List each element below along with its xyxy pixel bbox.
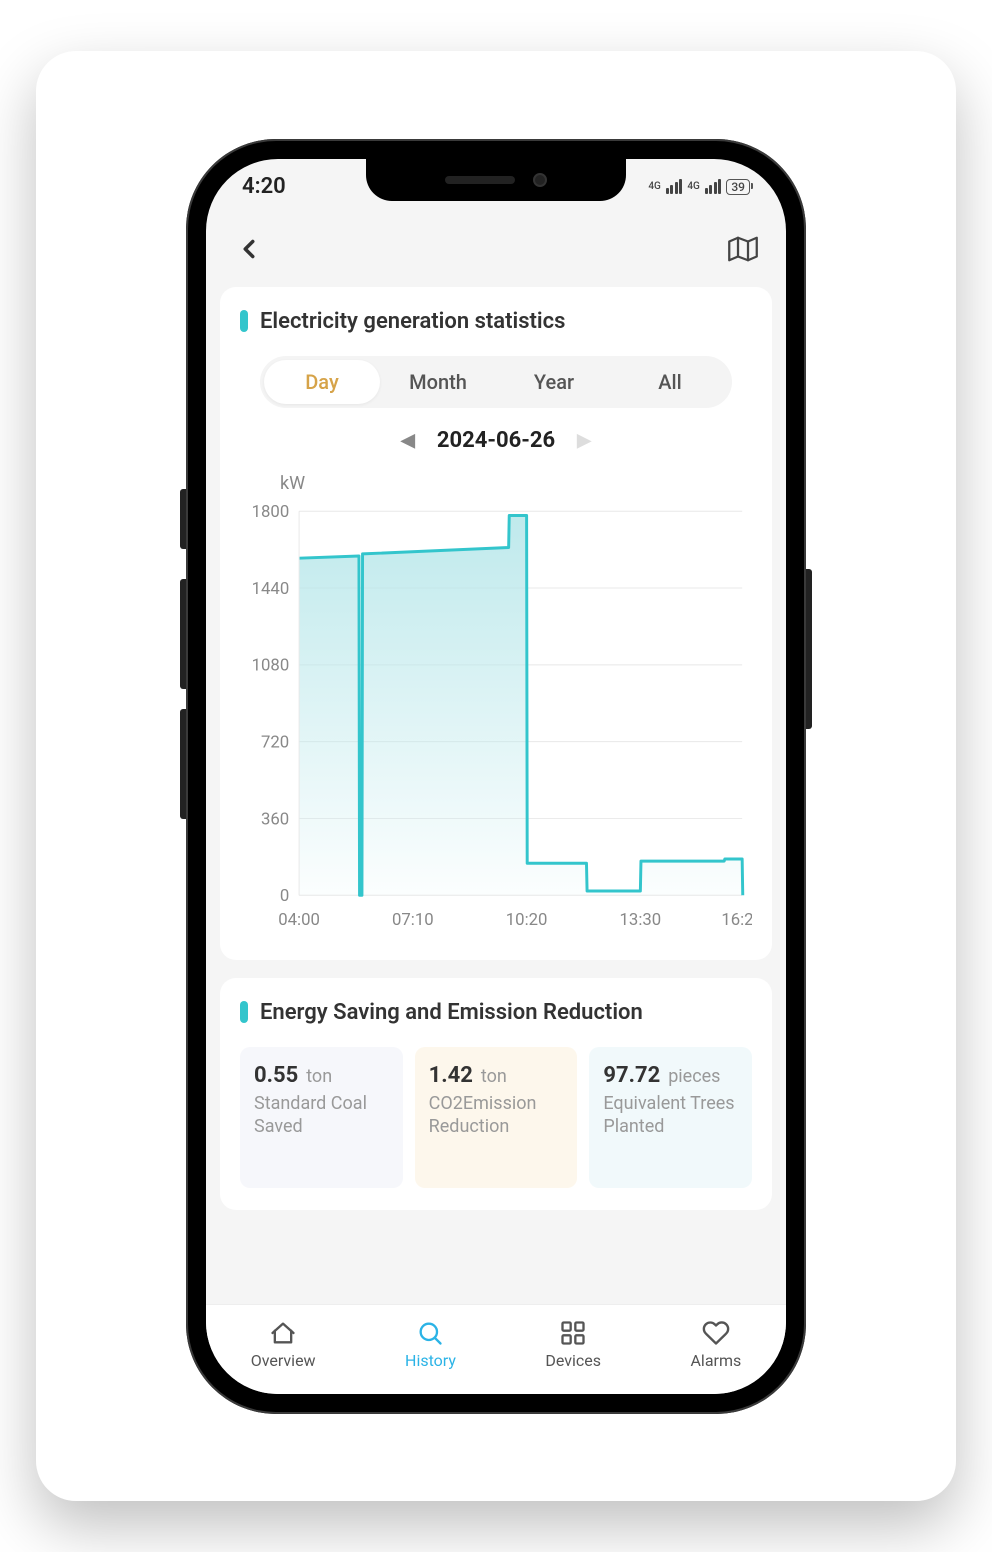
tab-devices[interactable]: Devices	[545, 1319, 601, 1370]
status-network-label: 4G	[648, 181, 661, 192]
signal-icon	[666, 179, 683, 194]
co2-value: 1.42	[429, 1063, 473, 1088]
battery-icon: 39	[726, 179, 750, 195]
date-prev-button[interactable]: ◀	[401, 430, 415, 451]
tree-label: Equivalent Trees Planted	[603, 1092, 738, 1139]
chart-y-unit: kW	[280, 473, 752, 494]
map-button[interactable]	[728, 234, 758, 268]
tab-history-label: History	[405, 1351, 456, 1370]
phone-notch	[366, 159, 626, 201]
range-tab-all[interactable]: All	[612, 360, 728, 404]
svg-text:360: 360	[261, 809, 289, 829]
home-icon	[269, 1319, 297, 1347]
svg-text:16:20: 16:20	[721, 909, 752, 929]
chevron-left-icon	[234, 234, 264, 264]
savings-grid: 0.55 ton Standard Coal Saved 1.42 ton CO…	[240, 1047, 752, 1189]
power-chart[interactable]: kW 0 360 720 1080 1440 1800 04:00 07:10 10:20 13:…	[240, 473, 752, 938]
outer-card: 4:20 4G 4G 39 Electric	[36, 51, 956, 1501]
coal-value: 0.55	[254, 1063, 298, 1088]
date-value[interactable]: 2024-06-26	[437, 428, 555, 453]
tab-overview-label: Overview	[251, 1351, 316, 1370]
savings-card-title: Energy Saving and Emission Reduction	[240, 1000, 752, 1025]
phone-frame: 4:20 4G 4G 39 Electric	[186, 139, 806, 1414]
stats-card: Electricity generation statistics Day Mo…	[220, 287, 772, 960]
date-next-button[interactable]: ▶	[577, 430, 591, 451]
nav-bar	[206, 215, 786, 287]
range-tab-month[interactable]: Month	[380, 360, 496, 404]
heart-icon	[702, 1319, 730, 1347]
status-time: 4:20	[242, 174, 286, 199]
svg-text:1080: 1080	[252, 655, 290, 675]
co2-unit: ton	[481, 1066, 507, 1087]
svg-text:1440: 1440	[252, 578, 290, 598]
tab-overview[interactable]: Overview	[251, 1319, 316, 1370]
svg-text:10:20: 10:20	[506, 909, 548, 929]
chart-canvas: 0 360 720 1080 1440 1800 04:00 07:10 10:20 13:30 1…	[240, 498, 752, 938]
co2-label: CO2Emission Reduction	[429, 1092, 564, 1139]
range-tab-day[interactable]: Day	[264, 360, 380, 404]
saving-box-co2: 1.42 ton CO2Emission Reduction	[415, 1047, 578, 1189]
tree-unit: pieces	[668, 1066, 720, 1087]
range-tabs: Day Month Year All	[260, 356, 732, 408]
back-button[interactable]	[234, 234, 264, 268]
svg-text:720: 720	[261, 732, 289, 752]
stats-card-title: Electricity generation statistics	[240, 309, 752, 334]
coal-label: Standard Coal Saved	[254, 1092, 389, 1139]
svg-text:1800: 1800	[252, 502, 290, 522]
range-tab-year[interactable]: Year	[496, 360, 612, 404]
svg-text:0: 0	[280, 886, 289, 906]
tab-history[interactable]: History	[405, 1319, 456, 1370]
svg-text:07:10: 07:10	[392, 909, 434, 929]
tab-alarms-label: Alarms	[690, 1351, 741, 1370]
saving-box-tree: 97.72 pieces Equivalent Trees Planted	[589, 1047, 752, 1189]
search-icon	[416, 1319, 444, 1347]
svg-text:04:00: 04:00	[278, 909, 320, 929]
savings-card: Energy Saving and Emission Reduction 0.5…	[220, 978, 772, 1211]
coal-unit: ton	[306, 1066, 332, 1087]
tab-alarms[interactable]: Alarms	[690, 1319, 741, 1370]
saving-box-coal: 0.55 ton Standard Coal Saved	[240, 1047, 403, 1189]
tree-value: 97.72	[603, 1063, 660, 1088]
map-icon	[728, 234, 758, 264]
signal-icon-2	[705, 179, 722, 194]
phone-screen: 4:20 4G 4G 39 Electric	[206, 159, 786, 1394]
grid-icon	[559, 1319, 587, 1347]
svg-text:13:30: 13:30	[620, 909, 662, 929]
content-scroll[interactable]: Electricity generation statistics Day Mo…	[206, 287, 786, 1304]
date-picker: ◀ 2024-06-26 ▶	[240, 428, 752, 453]
tab-bar: Overview History Devices Alarms	[206, 1304, 786, 1394]
tab-devices-label: Devices	[545, 1351, 601, 1370]
